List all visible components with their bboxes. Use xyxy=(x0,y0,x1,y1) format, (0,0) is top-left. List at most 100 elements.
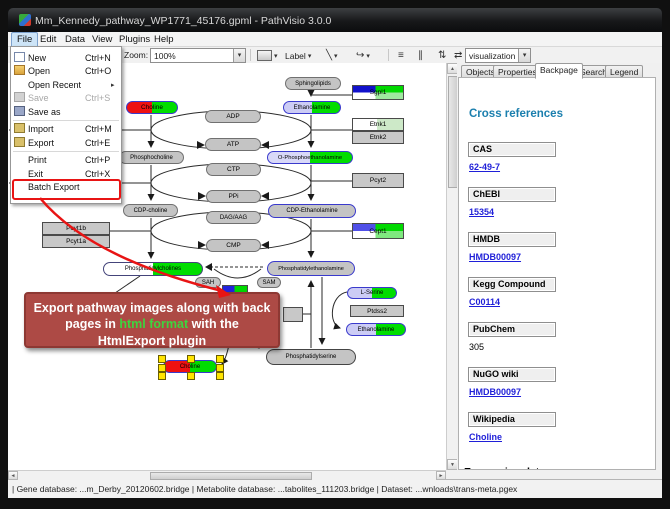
align-vertical-icon: ⇅ xyxy=(438,50,446,61)
node-sgpl1[interactable]: Sgpl1 xyxy=(352,85,404,100)
node-o-phosphoethanolamine[interactable]: O-Phosphoethanolamine xyxy=(267,151,353,164)
node-phosphocholine[interactable]: Phosphocholine xyxy=(119,151,184,164)
node-etnk2[interactable]: Etnk2 xyxy=(352,131,404,144)
export-icon xyxy=(14,137,25,147)
menu-item-open[interactable]: OpenCtrl+O xyxy=(11,65,121,79)
node-cmp[interactable]: CMP xyxy=(206,239,261,252)
section-header-cas: CAS xyxy=(468,142,556,157)
node-sah[interactable]: SAH xyxy=(195,277,221,288)
label-tool-button[interactable]: Label ▾ xyxy=(283,48,313,63)
node-ethanolamine-bottom[interactable]: Ethanolamine xyxy=(346,323,406,336)
selection-handle[interactable] xyxy=(158,355,166,363)
tab-backpage[interactable]: Backpage xyxy=(535,63,583,79)
menu-view[interactable]: View xyxy=(87,33,117,47)
annotation-highlight: html format xyxy=(119,317,188,331)
menu-bar: File Edit Data View Plugins Help xyxy=(8,32,662,47)
section-header-kegg: Kegg Compound xyxy=(468,277,556,292)
selection-handle[interactable] xyxy=(216,364,224,372)
annotation-line2: pages in html format with the xyxy=(26,316,278,332)
node-phosphatidylethanolamine[interactable]: Phosphatidylethanolamine xyxy=(267,261,355,276)
node-cept1[interactable]: Cept1 xyxy=(352,223,404,239)
node-pcyt1b[interactable]: Pcyt1b xyxy=(42,222,110,235)
scroll-left-button[interactable]: ◄ xyxy=(8,471,18,480)
status-text: | Gene database: ...m_Derby_20120602.bri… xyxy=(12,484,517,494)
dropdown-arrow-icon[interactable]: ▾ xyxy=(233,49,245,62)
menu-help[interactable]: Help xyxy=(149,33,179,47)
save-as-disk-icon xyxy=(14,106,25,116)
menu-item-open-recent[interactable]: Open Recent▸ xyxy=(11,78,121,92)
visualization-combobox[interactable]: visualization ▾ xyxy=(465,48,531,63)
selection-handle[interactable] xyxy=(216,372,224,380)
menu-data[interactable]: Data xyxy=(60,33,90,47)
menu-item-print[interactable]: PrintCtrl+P xyxy=(11,154,121,168)
selection-handle[interactable] xyxy=(187,355,195,363)
line-tool-button[interactable]: ╲ ▾ xyxy=(324,48,340,63)
section-header-chebi: ChEBI xyxy=(468,187,556,202)
align-vertical-button[interactable]: ⇅ xyxy=(436,48,448,63)
menu-edit[interactable]: Edit xyxy=(35,33,61,47)
node-pcyt2[interactable]: Pcyt2 xyxy=(352,173,404,188)
node-pisd[interactable] xyxy=(283,307,303,322)
xref-link-kegg[interactable]: C00114 xyxy=(469,297,500,307)
new-file-icon xyxy=(14,52,25,62)
menu-item-export[interactable]: ExportCtrl+E xyxy=(11,136,121,150)
xref-link-chebi[interactable]: 15354 xyxy=(469,207,494,217)
zoom-combobox[interactable]: 100% ▾ xyxy=(150,48,246,63)
node-phosphatidylcholines[interactable]: Phosphatidylcholines xyxy=(103,262,203,276)
stack-columns-icon: ∥ xyxy=(418,50,423,61)
node-cdp-choline[interactable]: CDP-choline xyxy=(123,204,178,217)
app-icon xyxy=(19,14,31,26)
section-header-hmdb: HMDB xyxy=(468,232,556,247)
xref-value-pubchem: 305 xyxy=(469,342,484,352)
menu-item-new[interactable]: NewCtrl+N xyxy=(11,51,121,65)
align-horizontal-icon: ⇄ xyxy=(454,50,462,61)
open-folder-icon xyxy=(14,65,25,75)
menu-item-save-as[interactable]: Save as xyxy=(11,105,121,119)
node-ctp[interactable]: CTP xyxy=(206,163,261,176)
canvas-horizontal-scrollbar[interactable]: ◄ ► xyxy=(8,470,446,480)
node-etnk1[interactable]: Etnk1 xyxy=(352,118,404,131)
menu-item-save: SaveCtrl+S xyxy=(11,92,121,106)
node-pcyt1a[interactable]: Pcyt1a xyxy=(42,235,110,248)
save-disk-icon xyxy=(14,92,25,102)
node-adp[interactable]: ADP xyxy=(205,110,261,123)
selection-handle[interactable] xyxy=(158,372,166,380)
scroll-right-button[interactable]: ► xyxy=(436,471,446,480)
xref-link-hmdb[interactable]: HMDB00097 xyxy=(469,252,521,262)
node-atp[interactable]: ATP xyxy=(205,138,261,151)
node-ethanolamine-top[interactable]: Ethanolamine xyxy=(283,101,341,114)
align-columns-button[interactable]: ∥ xyxy=(416,48,425,63)
connector-icon: ↪ xyxy=(356,50,364,61)
node-l-serine[interactable]: L-Serine xyxy=(347,287,397,299)
section-header-wikipedia: Wikipedia xyxy=(468,412,556,427)
selection-handle[interactable] xyxy=(216,355,224,363)
line-icon: ╲ xyxy=(326,50,332,61)
node-sam[interactable]: SAM xyxy=(257,277,281,288)
node-dag-aag[interactable]: DAG/AAG xyxy=(206,211,261,224)
node-ppi[interactable]: PPi xyxy=(206,190,261,203)
section-header-pubchem: PubChem xyxy=(468,322,556,337)
xref-link-wikipedia[interactable]: Choline xyxy=(469,432,502,442)
import-icon xyxy=(14,123,25,133)
menu-item-import[interactable]: ImportCtrl+M xyxy=(11,123,121,137)
align-stack-button[interactable]: ≡ xyxy=(396,48,406,63)
node-sphingolipids[interactable]: Sphingolipids xyxy=(285,77,341,90)
node-choline-top[interactable]: Choline xyxy=(126,101,178,114)
selection-handle[interactable] xyxy=(187,372,195,380)
annotation-callout: Export pathway images along with back pa… xyxy=(24,292,280,348)
xref-link-nugo[interactable]: HMDB00097 xyxy=(469,387,521,397)
annotation-line1: Export pathway images along with back xyxy=(26,300,278,316)
gene-tool-button[interactable]: ▾ xyxy=(255,48,280,63)
horizontal-scroll-thumb[interactable] xyxy=(150,472,312,480)
node-ptdss2[interactable]: Ptdss2 xyxy=(350,305,404,317)
connector-tool-button[interactable]: ↪ ▾ xyxy=(354,48,372,63)
dropdown-arrow-icon[interactable]: ▾ xyxy=(518,49,530,62)
align-horizontal-button[interactable]: ⇄ xyxy=(452,48,464,63)
selection-handle[interactable] xyxy=(158,364,166,372)
node-phosphatidylserine[interactable]: Phosphatidylserine xyxy=(266,349,356,365)
cross-references-heading: Cross references xyxy=(469,108,563,120)
title-bar[interactable]: Mm_Kennedy_pathway_WP1771_45176.gpml - P… xyxy=(8,8,662,32)
gene-node-icon xyxy=(257,50,272,61)
xref-link-cas[interactable]: 62-49-7 xyxy=(469,162,500,172)
node-cdp-ethanolamine[interactable]: CDP-Ethanolamine xyxy=(268,204,356,218)
